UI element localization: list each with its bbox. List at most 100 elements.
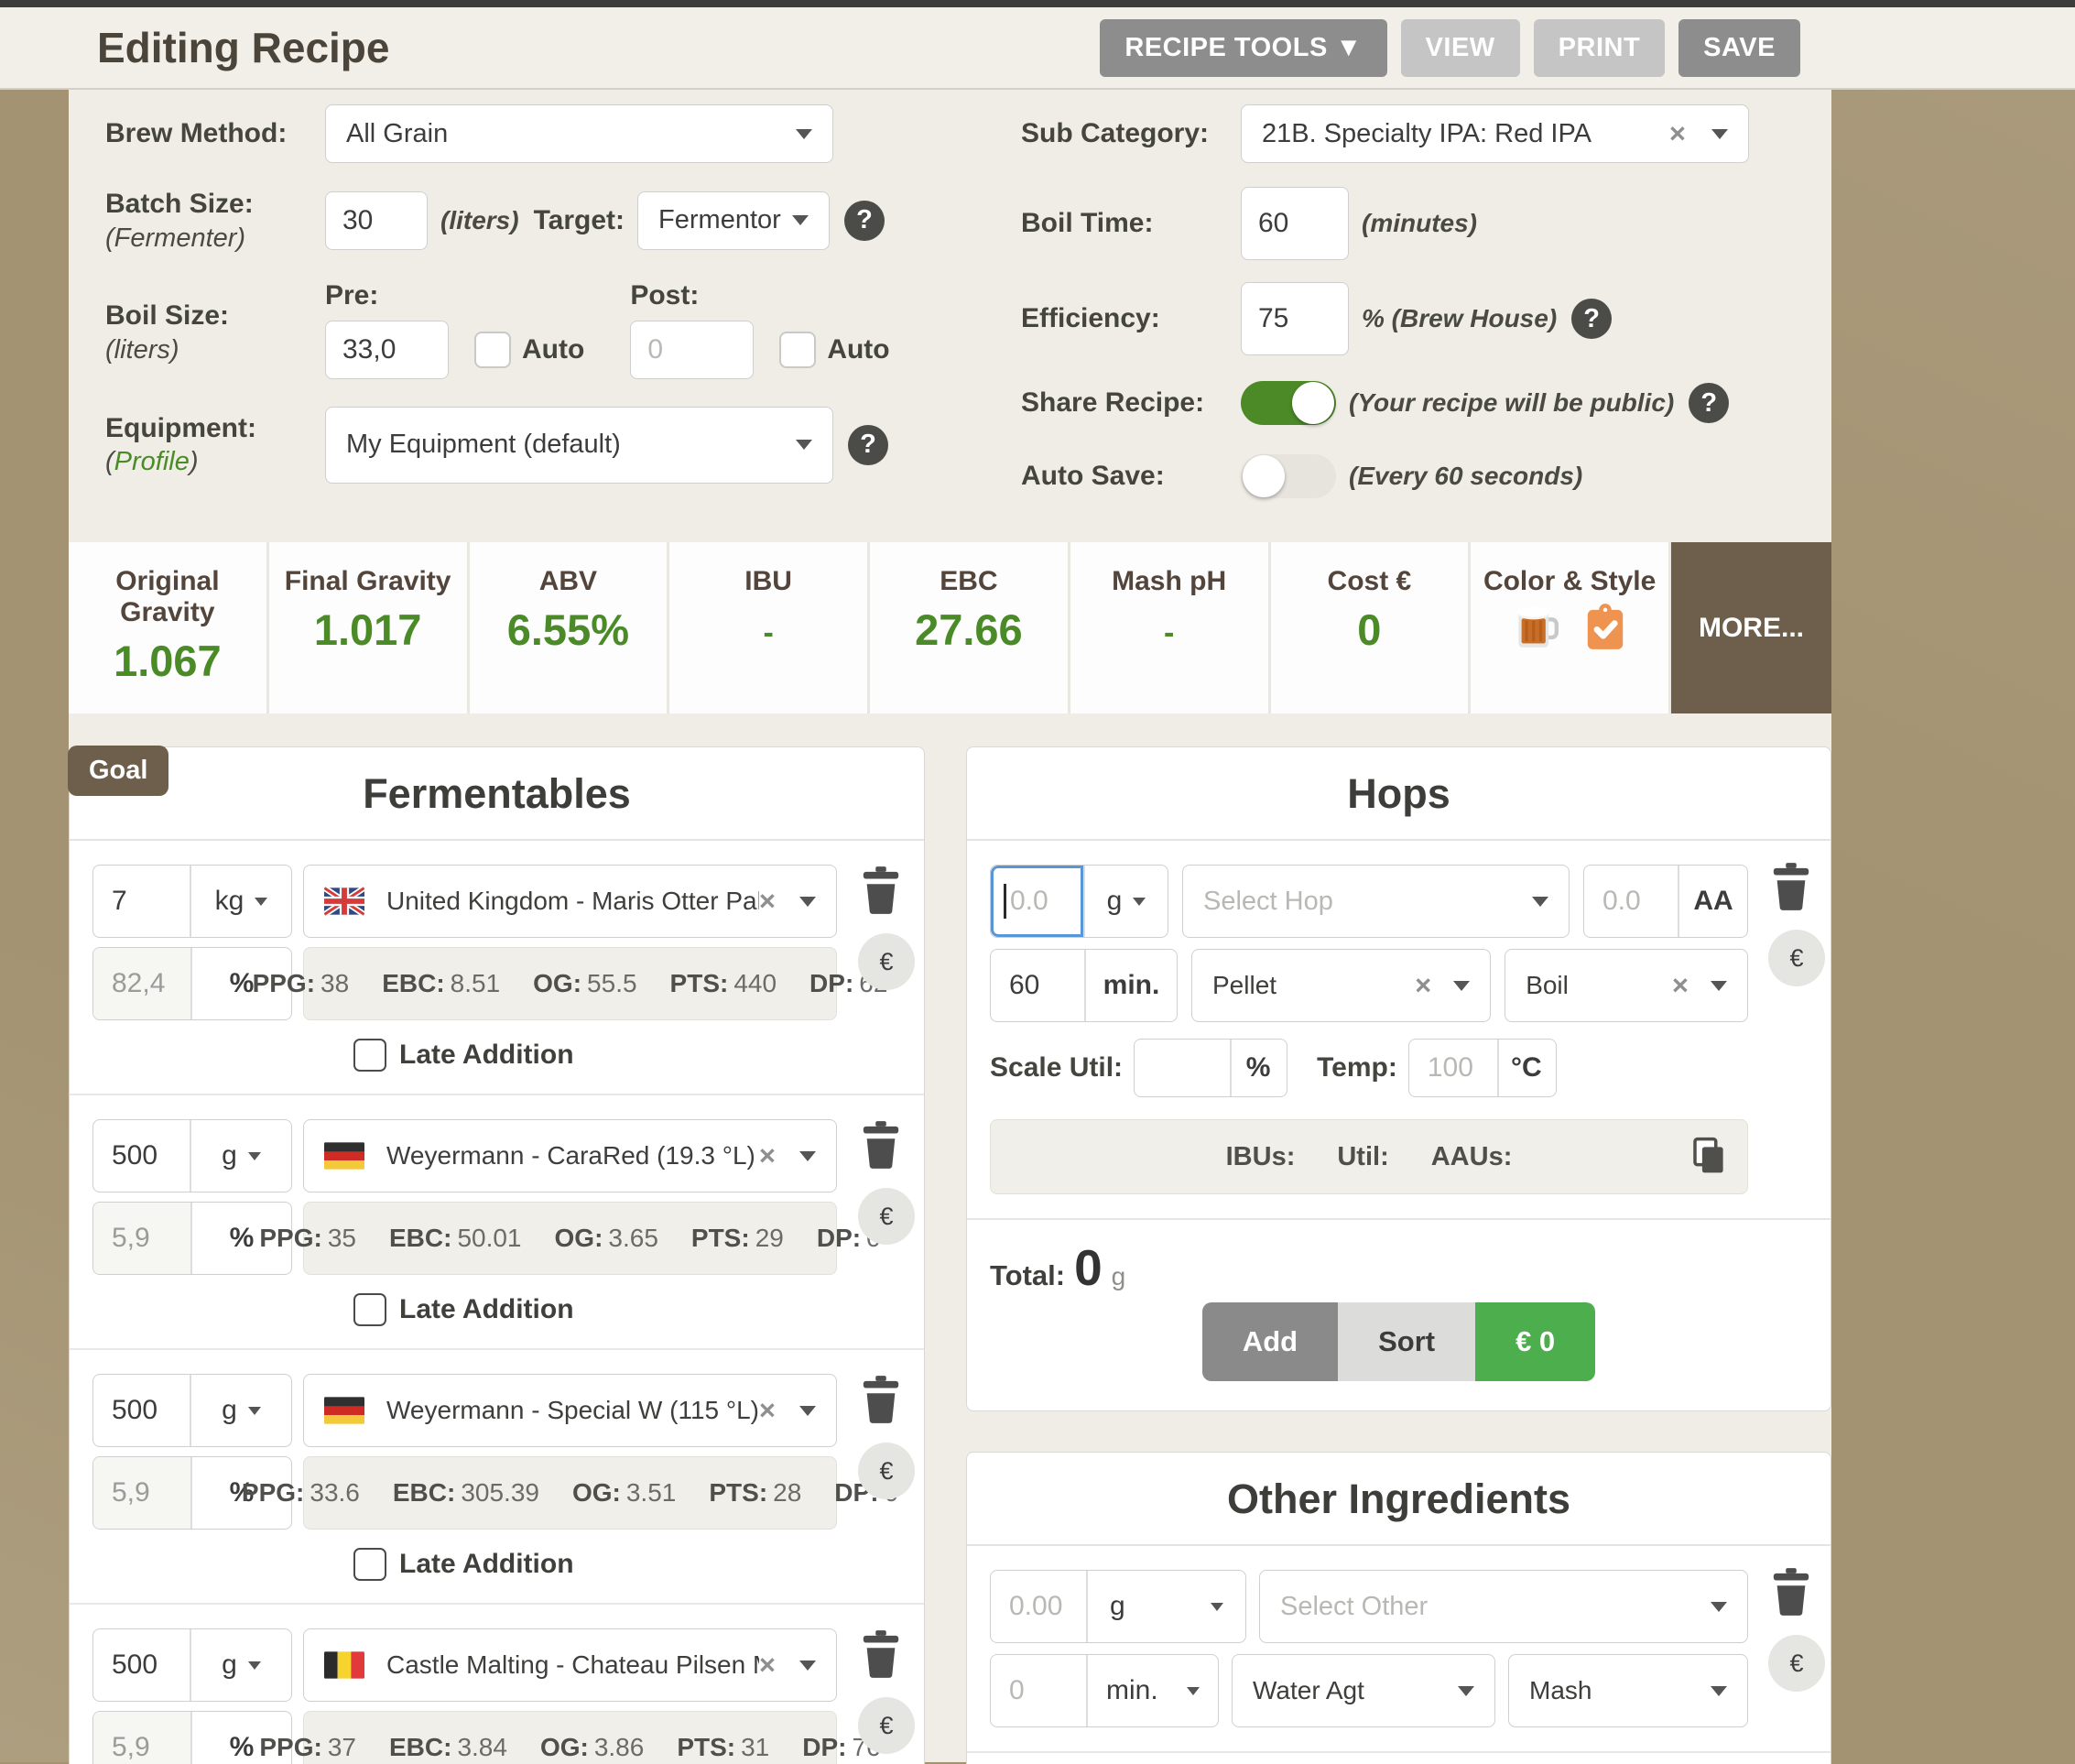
brew-method-select[interactable]: All Grain xyxy=(325,104,833,163)
hop-select[interactable]: Select Hop xyxy=(1182,865,1570,938)
batch-size-help-icon[interactable]: ? xyxy=(844,201,885,241)
equipment-select[interactable]: My Equipment (default) xyxy=(325,407,833,484)
other-time-unit-select[interactable]: min. xyxy=(1086,1655,1218,1726)
boil-post-auto-checkbox[interactable] xyxy=(779,332,816,368)
trash-icon[interactable] xyxy=(860,1630,902,1682)
fermentable-unit-select[interactable]: g xyxy=(190,1120,291,1192)
clear-x-icon[interactable]: × xyxy=(1672,969,1689,1002)
hop-unit-select[interactable]: g xyxy=(1083,866,1168,937)
more-stats-button[interactable]: MORE... xyxy=(1671,542,1831,713)
other-type-select[interactable]: Water Agt xyxy=(1232,1654,1495,1727)
euro-cost-button[interactable]: € xyxy=(858,1697,915,1754)
sub-category-select[interactable]: 21B. Specialty IPA: Red IPA × xyxy=(1241,104,1749,163)
fermentable-pct-input[interactable] xyxy=(93,1732,185,1763)
save-button[interactable]: SAVE xyxy=(1678,19,1800,77)
fermentable-qty-input[interactable] xyxy=(93,866,190,937)
euro-cost-button[interactable]: € xyxy=(858,933,915,990)
sub-category-label: Sub Category: xyxy=(1021,116,1241,151)
fermentable-pct-input[interactable] xyxy=(93,1223,185,1254)
fermentable-stats: PPG:38 EBC:8.51 OG:55.5 PTS:440 DP:62 xyxy=(303,947,837,1020)
view-button[interactable]: VIEW xyxy=(1401,19,1520,77)
header-buttons: RECIPE TOOLS ▼ VIEW PRINT SAVE xyxy=(1100,19,1800,77)
clear-x-icon[interactable]: × xyxy=(759,1394,776,1427)
hop-qty-input[interactable] xyxy=(995,886,1074,917)
fermentable-qty-input[interactable] xyxy=(93,1375,190,1446)
other-qty-input[interactable] xyxy=(991,1571,1086,1642)
share-recipe-toggle[interactable] xyxy=(1241,381,1336,425)
other-use-select[interactable]: Mash xyxy=(1508,1654,1748,1727)
hop-use-select[interactable]: Boil × xyxy=(1505,949,1748,1022)
chevron-down-icon xyxy=(248,1152,261,1160)
share-recipe-help-icon[interactable]: ? xyxy=(1689,383,1729,423)
hops-cost-button[interactable]: € 0 xyxy=(1475,1302,1595,1381)
other-unit-select[interactable]: g xyxy=(1086,1571,1245,1642)
efficiency-help-icon[interactable]: ? xyxy=(1571,299,1612,339)
clear-x-icon[interactable]: × xyxy=(759,1139,776,1172)
fermentable-unit-select[interactable]: g xyxy=(190,1375,291,1446)
sort-hops-button[interactable]: Sort xyxy=(1338,1302,1475,1381)
equipment-help-icon[interactable]: ? xyxy=(848,425,888,465)
euro-cost-button[interactable]: € xyxy=(1768,930,1825,986)
target-select[interactable]: Fermentor xyxy=(637,191,830,250)
chevron-down-icon xyxy=(255,898,267,906)
boil-size-pre-input[interactable] xyxy=(325,321,449,379)
equipment-profile-link[interactable]: Profile xyxy=(114,447,190,476)
trash-icon[interactable] xyxy=(860,1121,902,1173)
clear-x-icon[interactable]: × xyxy=(759,885,776,918)
clear-x-icon[interactable]: × xyxy=(759,1649,776,1682)
late-addition-checkbox[interactable] xyxy=(353,1548,386,1581)
print-button[interactable]: PRINT xyxy=(1534,19,1666,77)
late-addition-checkbox[interactable] xyxy=(353,1293,386,1326)
trash-icon[interactable] xyxy=(1770,1568,1812,1620)
other-time-input[interactable] xyxy=(991,1655,1086,1726)
brew-method-label: Brew Method: xyxy=(105,116,325,151)
add-hop-button[interactable]: Add xyxy=(1202,1302,1338,1381)
fermentable-qty-input[interactable] xyxy=(93,1120,190,1192)
stat-color-style: Color & Style xyxy=(1471,542,1671,713)
fermentable-stats: PPG:37 EBC:3.84 OG:3.86 PTS:31 DP:76 xyxy=(303,1711,837,1764)
fermentable-name: Castle Malting - Chateau Pilsen Malt (2 … xyxy=(386,1650,759,1680)
other-select[interactable]: Select Other xyxy=(1259,1570,1748,1643)
trash-icon[interactable] xyxy=(860,1376,902,1428)
trash-icon[interactable] xyxy=(860,866,902,919)
batch-size-input[interactable] xyxy=(325,191,428,250)
auto-save-toggle[interactable] xyxy=(1241,454,1336,498)
copy-icon[interactable] xyxy=(1689,1137,1727,1182)
boil-time-input[interactable] xyxy=(1241,187,1349,260)
fermentable-select[interactable]: Castle Malting - Chateau Pilsen Malt (2 … xyxy=(303,1628,837,1702)
euro-cost-button[interactable]: € xyxy=(858,1188,915,1245)
fermentable-select[interactable]: Weyermann - CaraRed (19.3 °L) × xyxy=(303,1119,837,1192)
late-addition-checkbox[interactable] xyxy=(353,1039,386,1072)
fermentable-select[interactable]: Weyermann - Special W (115 °L) × xyxy=(303,1374,837,1447)
boil-pre-auto-checkbox[interactable] xyxy=(474,332,511,368)
trash-icon[interactable] xyxy=(1770,863,1812,915)
beer-mug-icon[interactable] xyxy=(1515,603,1559,655)
hop-aa-input[interactable] xyxy=(1584,866,1678,937)
scale-util-label: Scale Util: xyxy=(990,1052,1123,1083)
euro-cost-button[interactable]: € xyxy=(858,1443,915,1499)
hop-time-unit: min. xyxy=(1084,950,1177,1021)
temp-label: Temp: xyxy=(1317,1052,1397,1083)
fermentable-unit-select[interactable]: g xyxy=(190,1629,291,1701)
clear-x-icon[interactable]: × xyxy=(1415,969,1431,1002)
recipe-tools-button[interactable]: RECIPE TOOLS ▼ xyxy=(1100,19,1386,77)
boil-post-label: Post: xyxy=(630,280,889,311)
hop-form-select[interactable]: Pellet × xyxy=(1191,949,1491,1022)
clear-x-icon[interactable]: × xyxy=(1669,117,1686,150)
style-clipboard-icon[interactable] xyxy=(1586,603,1624,655)
temp-input[interactable] xyxy=(1409,1040,1497,1096)
euro-cost-button[interactable]: € xyxy=(1768,1635,1825,1692)
scale-util-input[interactable] xyxy=(1135,1040,1230,1096)
fermentable-pct-input[interactable] xyxy=(93,1477,185,1508)
goal-badge[interactable]: Goal xyxy=(68,746,168,796)
auto-save-label: Auto Save: xyxy=(1021,459,1241,494)
chevron-down-icon xyxy=(799,897,816,907)
efficiency-input[interactable] xyxy=(1241,282,1349,355)
boil-size-post-input[interactable] xyxy=(630,321,754,379)
hop-time-input[interactable] xyxy=(991,950,1084,1021)
fermentable-unit-select[interactable]: kg xyxy=(190,866,291,937)
temp-unit: °C xyxy=(1497,1040,1554,1096)
fermentable-select[interactable]: United Kingdom - Maris Otter Pale (3.75 … xyxy=(303,865,837,938)
fermentable-qty-input[interactable] xyxy=(93,1629,190,1701)
fermentable-pct-input[interactable] xyxy=(93,968,185,999)
